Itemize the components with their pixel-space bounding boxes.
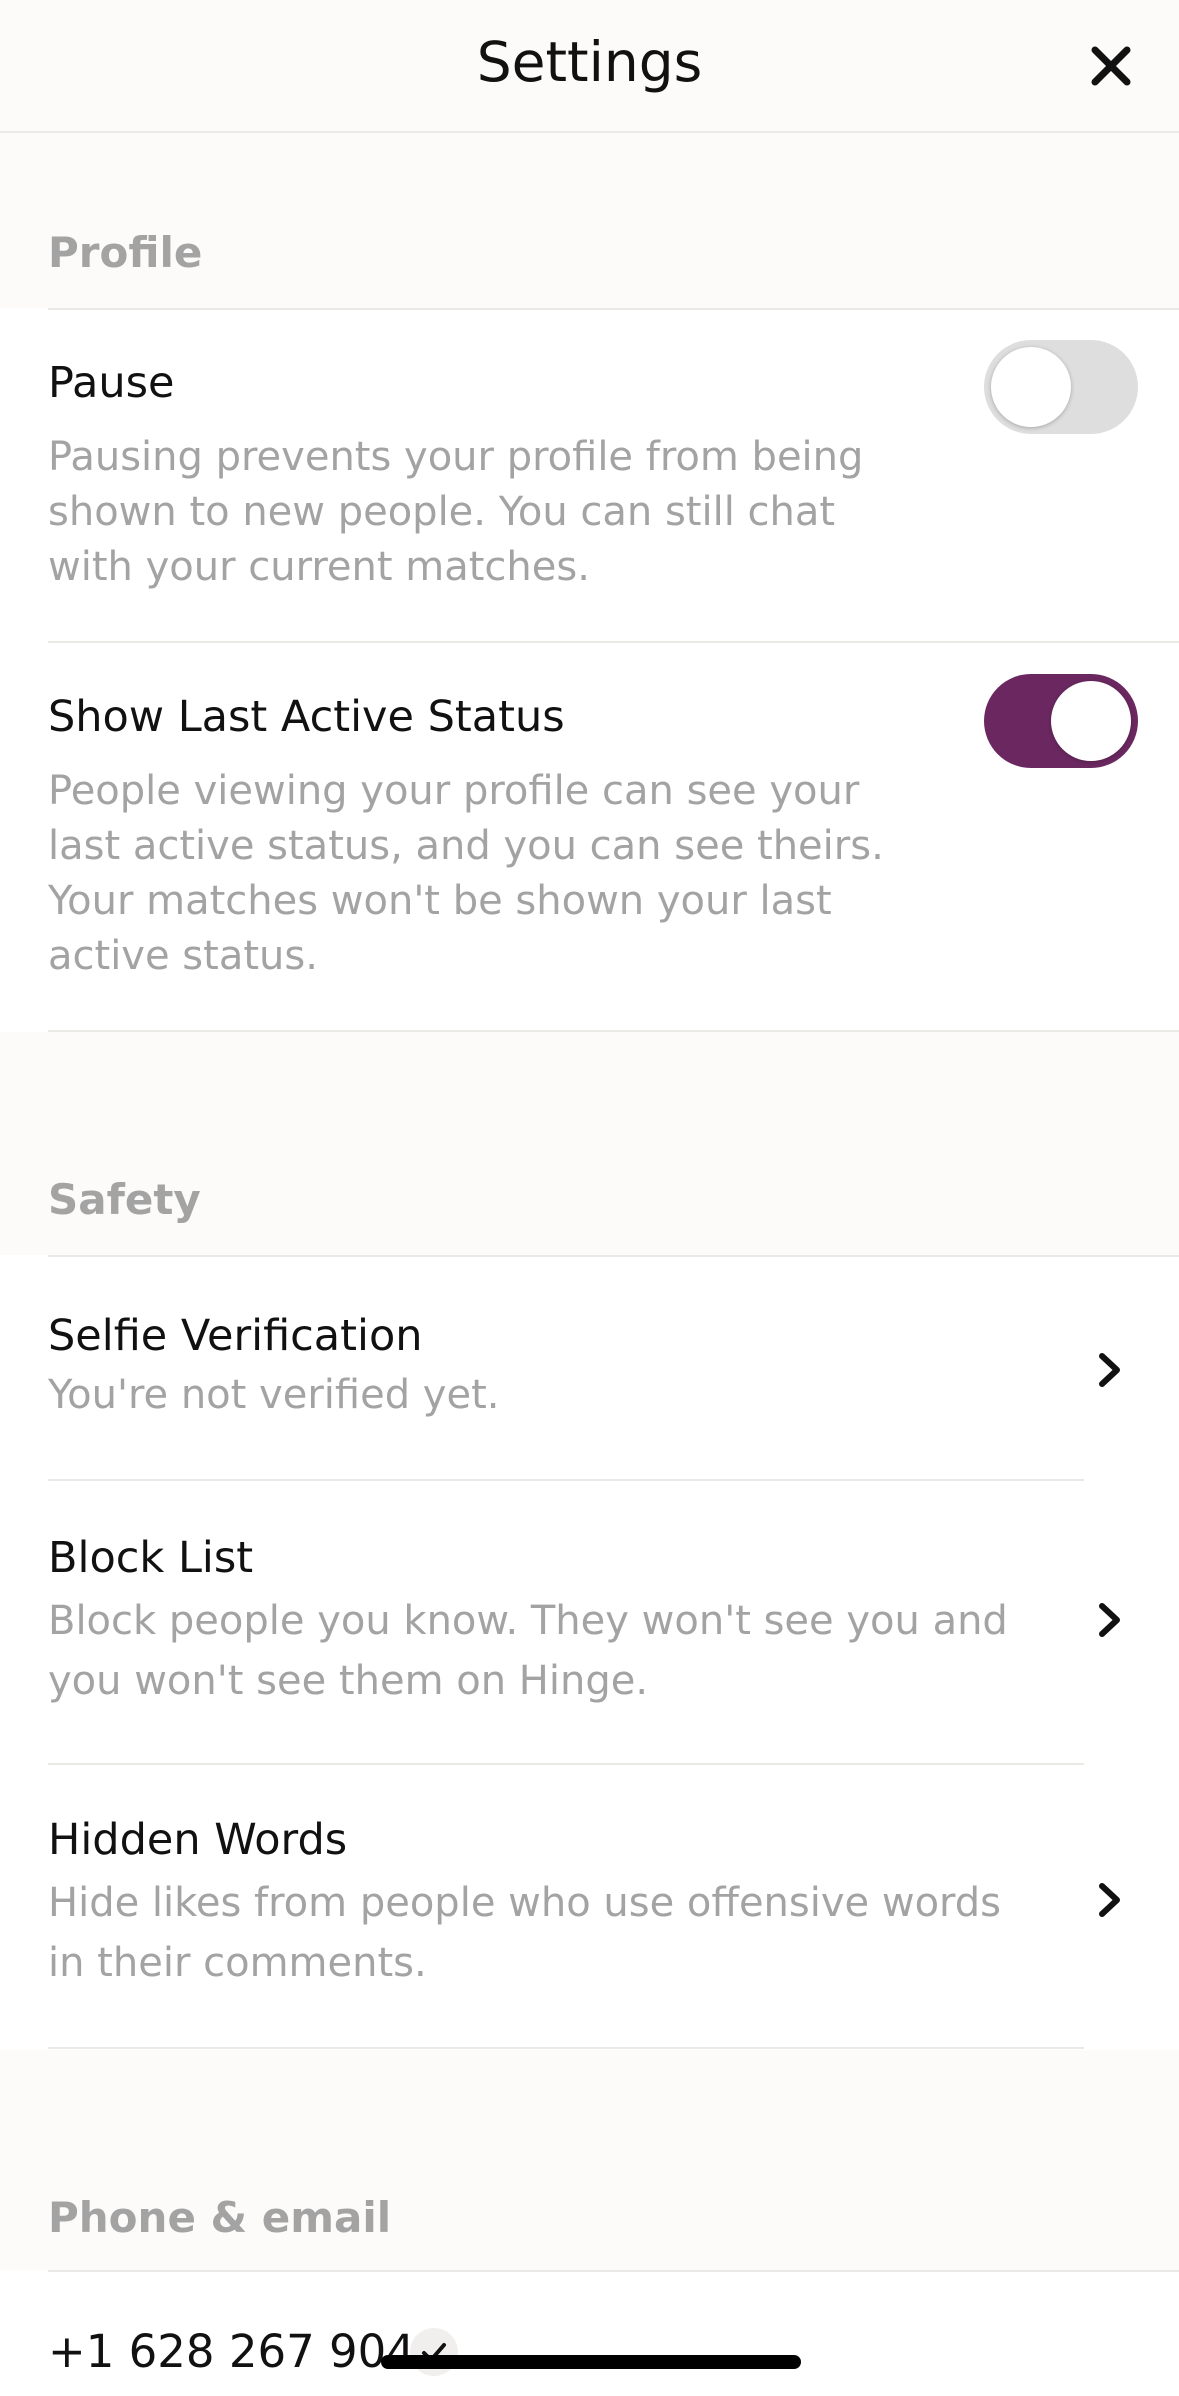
page-title: Settings: [476, 30, 703, 94]
pause-description: Pausing prevents your profile from being…: [48, 434, 864, 590]
hidden-words-title: Hidden Words: [48, 1815, 348, 1865]
section-heading-phone-email: Phone & email: [48, 2193, 392, 2242]
chevron-right-icon: [1099, 1353, 1120, 1387]
block-list-description: Block people you know. They won't see yo…: [48, 1598, 1008, 1704]
profile-section: Pause Pausing prevents your profile from…: [0, 308, 1179, 1032]
chevron-right-icon: [1099, 1883, 1120, 1917]
block-list-title: Block List: [48, 1533, 254, 1583]
selfie-verification-description: You're not verified yet.: [48, 1372, 500, 1418]
divider: [48, 2047, 1084, 2049]
selfie-verification-title: Selfie Verification: [48, 1311, 423, 1361]
last-active-description: People viewing your profile can see your…: [48, 768, 884, 979]
phone-number[interactable]: +1 628 267 9041: [48, 2325, 444, 2378]
close-button[interactable]: [1083, 38, 1139, 94]
close-icon: [1091, 46, 1131, 86]
home-indicator[interactable]: [381, 2355, 801, 2369]
last-active-toggle[interactable]: [984, 674, 1138, 768]
selfie-verification-row[interactable]: Selfie Verification You're not verified …: [0, 1255, 1179, 1479]
section-heading-safety: Safety: [48, 1175, 201, 1224]
hidden-words-description: Hide likes from people who use offensive…: [48, 1880, 1002, 1986]
divider: [48, 1030, 1179, 1032]
divider: [48, 308, 1179, 310]
safety-section: Selfie Verification You're not verified …: [0, 1255, 1179, 2050]
toggle-knob: [991, 347, 1071, 427]
last-active-title: Show Last Active Status: [48, 692, 565, 742]
section-heading-profile: Profile: [48, 228, 203, 277]
divider: [48, 641, 1179, 643]
header-bar: Settings: [0, 0, 1179, 133]
divider: [48, 2270, 1179, 2272]
toggle-knob: [1051, 681, 1131, 761]
block-list-row[interactable]: Block List Block people you know. They w…: [0, 1481, 1179, 1763]
pause-title: Pause: [48, 358, 175, 408]
pause-toggle[interactable]: [984, 340, 1138, 434]
hidden-words-row[interactable]: Hidden Words Hide likes from people who …: [0, 1765, 1179, 2049]
chevron-right-icon: [1099, 1603, 1120, 1637]
